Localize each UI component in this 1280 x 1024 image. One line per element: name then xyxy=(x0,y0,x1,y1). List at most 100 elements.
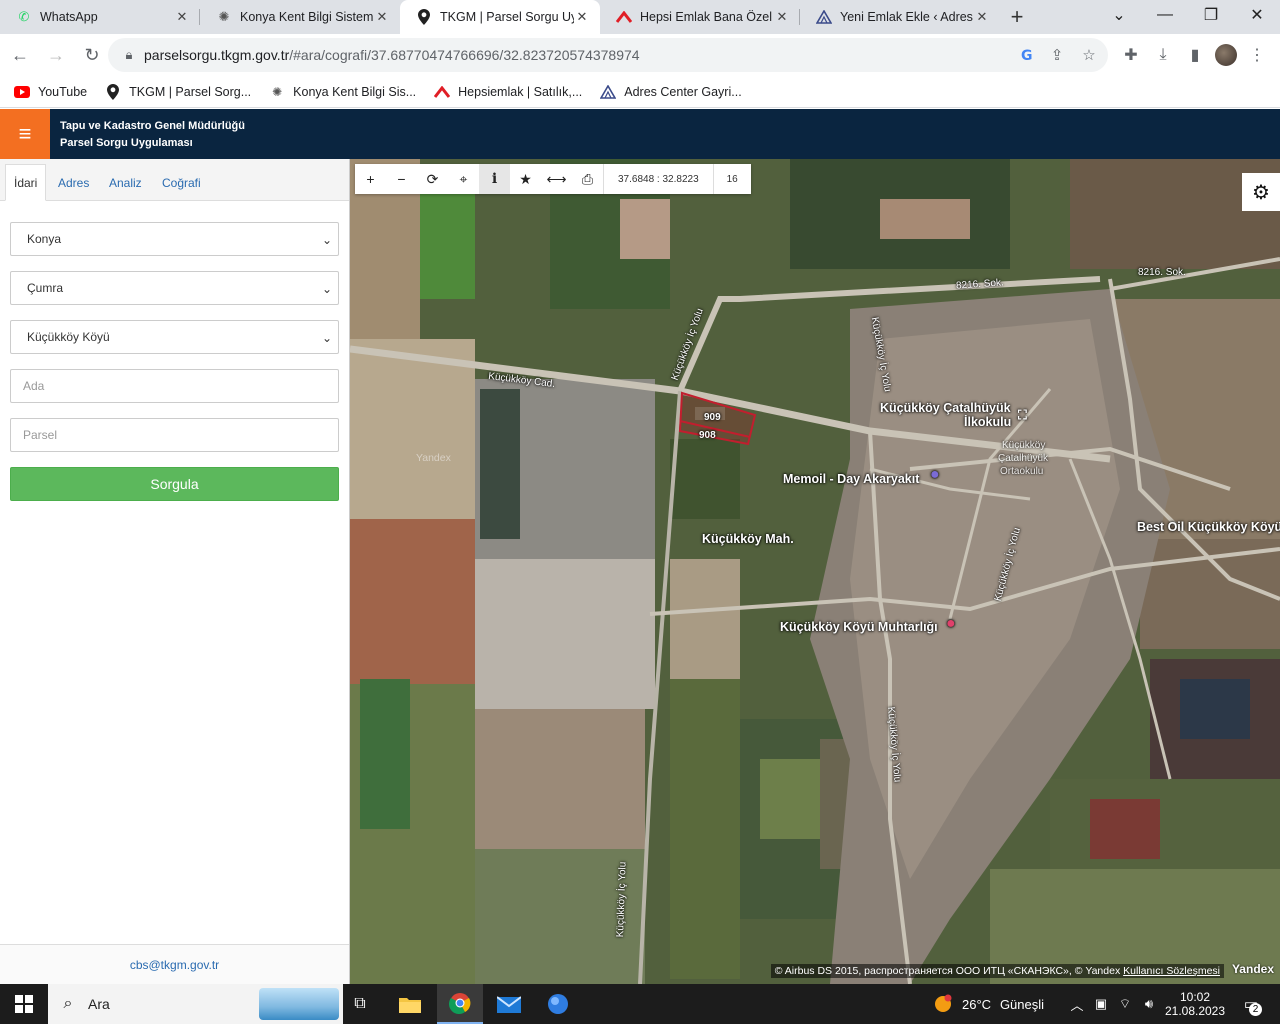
yandex-brand: Yandex xyxy=(1231,962,1274,976)
zoom-in-icon[interactable]: + xyxy=(355,164,386,194)
bookmark-tkgm[interactable]: TKGM | Parsel Sorg... xyxy=(105,83,252,100)
map-label-muhtarlik: Küçükköy Köyü Muhtarlığı xyxy=(780,620,938,634)
il-select[interactable]: Konya ⌄ xyxy=(10,222,339,256)
weather-sun-icon[interactable] xyxy=(930,984,956,1024)
mahalle-select[interactable]: Küçükköy Köyü ⌄ xyxy=(10,320,339,354)
tab-whatsapp[interactable]: ✆ WhatsApp ✕ xyxy=(0,0,200,34)
yandex-watermark: Yandex xyxy=(416,452,451,464)
app-title-line1: Tapu ve Kadastro Genel Müdürlüğü xyxy=(60,120,245,132)
notification-icon[interactable]: ▭2 xyxy=(1236,984,1266,1024)
tab-hepsiemlak[interactable]: Hepsi Emlak Bana Özel ✕ xyxy=(600,0,800,34)
zoom-out-icon[interactable]: − xyxy=(386,164,417,194)
tab-idari[interactable]: İdari xyxy=(5,164,47,201)
bookmark-youtube[interactable]: YouTube xyxy=(14,84,87,100)
star-icon[interactable]: ★ xyxy=(510,164,541,194)
tab-search-icon[interactable]: ⌄ xyxy=(1096,0,1142,30)
wifi-icon[interactable]: ⌔ xyxy=(1114,984,1136,1024)
tab-konya-kent[interactable]: ✺ Konya Kent Bilgi Sistemi ✕ xyxy=(200,0,400,34)
gear-icon[interactable]: ⚙ xyxy=(1242,173,1280,211)
svg-text:G: G xyxy=(1021,48,1033,63)
parcel-label-908[interactable]: 908 xyxy=(699,430,716,441)
google-icon[interactable]: G xyxy=(1018,46,1036,64)
footer-email-link[interactable]: cbs@tkgm.gov.tr xyxy=(130,958,219,972)
adres-center-icon xyxy=(600,84,617,100)
windows-start-icon[interactable] xyxy=(0,984,48,1024)
ilce-select[interactable]: Çumra ⌄ xyxy=(10,271,339,305)
tab-label: Yeni Emlak Ekle ‹ Adres Ce xyxy=(840,10,974,24)
address-bar-row: ← → ↻ 🔒︎ parselsorgu.tkgm.gov.tr/#ara/co… xyxy=(0,34,1280,76)
bookmark-hepsiemlak[interactable]: Hepsiemlak | Satılık,... xyxy=(434,84,582,100)
ada-placeholder: Ada xyxy=(23,379,45,393)
measure-icon[interactable]: ⟷ xyxy=(541,164,572,194)
app-header: ≡ Tapu ve Kadastro Genel Müdürlüğü Parse… xyxy=(0,109,1280,159)
sorgula-button[interactable]: Sorgula xyxy=(10,467,339,501)
hamburger-menu-icon[interactable]: ≡ xyxy=(0,109,50,159)
konya-logo-icon: ✺ xyxy=(218,9,230,24)
info-icon[interactable]: i xyxy=(479,164,510,194)
restore-icon[interactable]: ❐ xyxy=(1188,0,1234,30)
bookmark-adres-center[interactable]: Adres Center Gayri... xyxy=(600,84,742,100)
file-explorer-icon[interactable] xyxy=(388,984,432,1024)
terms-link[interactable]: Kullanıcı Sözleşmesi xyxy=(1123,965,1220,977)
volume-icon[interactable]: 🔊︎ xyxy=(1138,984,1160,1024)
chrome-taskbar-icon[interactable] xyxy=(437,984,483,1024)
tab-adres[interactable]: Adres xyxy=(50,164,97,201)
close-icon[interactable]: ✕ xyxy=(574,9,590,25)
parcel-label-909[interactable]: 909 xyxy=(704,412,721,423)
meet-now-icon[interactable]: ▣ xyxy=(1090,984,1112,1024)
clock[interactable]: 10:02 21.08.2023 xyxy=(1160,984,1230,1024)
back-icon[interactable]: ← xyxy=(4,39,36,71)
share-icon[interactable]: ⇪ xyxy=(1048,46,1066,64)
mail-icon[interactable] xyxy=(487,984,531,1024)
url-field[interactable]: 🔒︎ parselsorgu.tkgm.gov.tr/#ara/cografi/… xyxy=(108,38,1108,72)
search-icon: ⌕ xyxy=(63,995,73,1012)
close-icon[interactable]: ✕ xyxy=(174,9,190,25)
parsel-placeholder: Parsel xyxy=(23,428,58,442)
map-label-best-oil: Best Oil Küçükköy Köyü xyxy=(1137,520,1280,534)
new-tab-button[interactable]: + xyxy=(1000,0,1034,34)
muhtarlik-pin-icon[interactable]: ● xyxy=(946,615,956,633)
parsel-input[interactable]: Parsel xyxy=(10,418,339,452)
bookmarks-bar: YouTube TKGM | Parsel Sorg... ✺ Konya Ke… xyxy=(0,76,1280,108)
url-path: /#ara/cografi/37.68770474766696/32.82372… xyxy=(289,47,640,63)
reload-icon[interactable]: ↻ xyxy=(76,39,108,71)
extensions-icon[interactable]: ✚ xyxy=(1120,44,1142,66)
download-icon[interactable]: ⤓ xyxy=(1152,44,1174,66)
tab-analiz[interactable]: Analiz xyxy=(101,164,150,201)
close-icon[interactable]: ✕ xyxy=(974,9,990,25)
bookmark-label: TKGM | Parsel Sorg... xyxy=(129,84,252,99)
profile-avatar[interactable] xyxy=(1215,44,1237,66)
weather-widget[interactable]: 26°C Güneşli xyxy=(962,984,1052,1024)
tab-cografi[interactable]: Coğrafi xyxy=(154,164,209,201)
kebab-menu-icon[interactable]: ⋮ xyxy=(1246,44,1268,66)
fuel-pin-icon[interactable]: ● xyxy=(930,466,940,484)
app-title: Tapu ve Kadastro Genel Müdürlüğü Parsel … xyxy=(60,118,245,152)
school-pin-icon[interactable]: ⛶ xyxy=(1018,408,1027,423)
chevron-down-icon: ⌄ xyxy=(321,331,332,345)
map-pin-icon xyxy=(105,83,121,100)
print-icon[interactable]: ⎙ xyxy=(572,164,603,194)
close-icon[interactable]: ✕ xyxy=(374,9,390,25)
locate-crosshair-icon[interactable]: ⌖ xyxy=(448,164,479,194)
side-panel-icon[interactable]: ▮ xyxy=(1184,44,1206,66)
tab-adres-center[interactable]: Yeni Emlak Ekle ‹ Adres Ce ✕ xyxy=(800,0,1000,34)
window-close-icon[interactable]: ✕ xyxy=(1234,0,1280,30)
satellite-imagery xyxy=(350,159,1280,984)
forward-icon[interactable]: → xyxy=(40,39,72,71)
ada-input[interactable]: Ada xyxy=(10,369,339,403)
bookmark-konya-kent[interactable]: ✺ Konya Kent Bilgi Sis... xyxy=(269,84,416,100)
refresh-icon[interactable]: ⟳ xyxy=(417,164,448,194)
tab-label: TKGM | Parsel Sorgu Uyg xyxy=(440,10,574,24)
bookmark-star-icon[interactable]: ☆ xyxy=(1080,46,1098,64)
satellite-map[interactable]: 909 908 Küçükköy Mah. Küçükköy Çatalhüyü… xyxy=(350,159,1280,984)
taskbar-search[interactable]: ⌕ Ara xyxy=(48,984,343,1024)
chevron-up-icon[interactable]: ︿ xyxy=(1066,984,1088,1024)
il-value: Konya xyxy=(27,232,62,246)
youtube-icon xyxy=(14,84,30,100)
tab-tkgm[interactable]: TKGM | Parsel Sorgu Uyg ✕ xyxy=(400,0,600,34)
close-icon[interactable]: ✕ xyxy=(774,9,790,25)
minimize-icon[interactable]: — xyxy=(1142,0,1188,30)
globe-app-icon[interactable] xyxy=(536,984,580,1024)
bookmark-label: Adres Center Gayri... xyxy=(624,84,742,99)
task-view-icon[interactable]: ⧉ xyxy=(345,984,375,1024)
